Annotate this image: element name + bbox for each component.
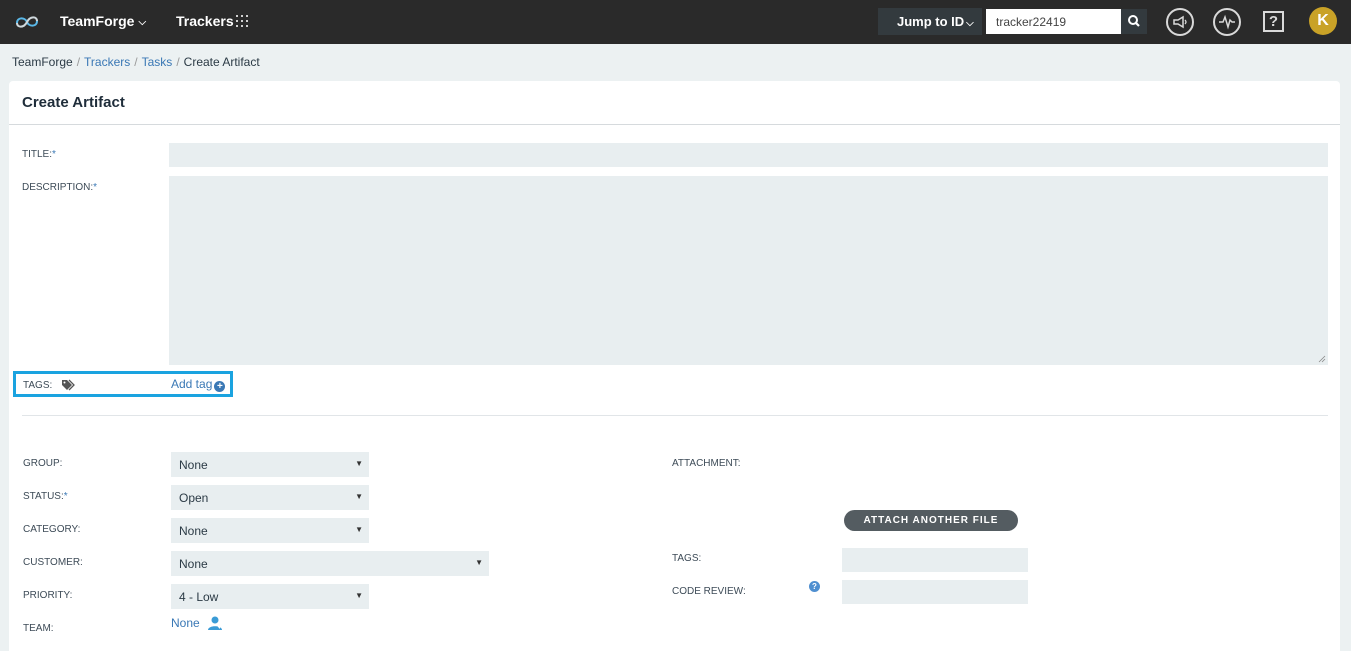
- description-textarea[interactable]: [169, 176, 1328, 365]
- page-title: Create Artifact: [22, 94, 125, 111]
- code-review-input[interactable]: [842, 580, 1028, 604]
- add-tag-label: Add tag: [171, 377, 213, 391]
- priority-select[interactable]: 4 - Low ▼: [171, 584, 369, 609]
- category-select[interactable]: None ▼: [171, 518, 369, 543]
- team-label: TEAM:: [23, 623, 54, 634]
- plus-circle-icon: +: [214, 381, 226, 392]
- right-tags-input[interactable]: [842, 548, 1028, 572]
- jump-to-id-dropdown[interactable]: Jump to ID ⌵: [878, 8, 982, 35]
- top-navigation-bar: TeamForge⌵ Trackers Jump to ID⌵ ? K: [0, 0, 1351, 44]
- group-value: None: [179, 458, 208, 472]
- attachment-label: ATTACHMENT:: [672, 458, 741, 469]
- add-tag-link[interactable]: Add tag +: [171, 377, 226, 392]
- breadcrumb-separator: /: [176, 55, 180, 69]
- search-icon: [1128, 15, 1140, 27]
- customer-label: CUSTOMER:: [23, 557, 83, 568]
- description-label: DESCRIPTION:*: [22, 182, 98, 193]
- status-value: Open: [179, 491, 209, 505]
- status-label: STATUS:*: [23, 491, 68, 502]
- chevron-down-icon: ⌵: [966, 18, 974, 29]
- group-label: GROUP:: [23, 458, 63, 469]
- search-button[interactable]: [1121, 9, 1147, 34]
- team-none-link[interactable]: None: [171, 616, 200, 630]
- dropdown-arrow-icon: ▼: [355, 591, 363, 600]
- breadcrumb: TeamForge / Trackers / Tasks / Create Artifact: [12, 55, 260, 69]
- jump-to-id-label: Jump to ID: [897, 14, 965, 29]
- breadcrumb-separator: /: [134, 55, 138, 69]
- dropdown-arrow-icon: ▼: [355, 459, 363, 468]
- user-picker-icon[interactable]: [206, 615, 224, 631]
- user-avatar[interactable]: K: [1309, 7, 1337, 35]
- section-divider: [22, 415, 1328, 416]
- title-label: TITLE:*: [22, 149, 56, 160]
- announcements-button[interactable]: [1166, 8, 1194, 36]
- breadcrumb-tasks-link[interactable]: Tasks: [142, 55, 173, 69]
- dropdown-arrow-icon: ▼: [355, 525, 363, 534]
- customer-value: None: [179, 557, 208, 571]
- resize-handle-icon[interactable]: [1318, 355, 1326, 363]
- attach-another-file-button[interactable]: ATTACH ANOTHER FILE: [844, 510, 1018, 531]
- group-select[interactable]: None ▼: [171, 452, 369, 477]
- tag-icon: [62, 379, 75, 391]
- info-icon[interactable]: ?: [809, 581, 820, 592]
- title-divider: [9, 124, 1340, 125]
- brand-label: TeamForge: [60, 13, 135, 29]
- teamforge-menu[interactable]: TeamForge ⌵: [60, 13, 146, 29]
- customer-select[interactable]: None ▼: [171, 551, 489, 576]
- help-icon[interactable]: ?: [1263, 11, 1284, 32]
- megaphone-icon: [1173, 15, 1187, 29]
- category-value: None: [179, 524, 208, 538]
- breadcrumb-trackers-link[interactable]: Trackers: [84, 55, 130, 69]
- jump-id-input[interactable]: [986, 9, 1121, 34]
- code-review-label: CODE REVIEW:: [672, 586, 746, 597]
- dropdown-arrow-icon: ▼: [475, 558, 483, 567]
- tags-label: TAGS:: [23, 380, 53, 391]
- tags-row-highlight: TAGS: Add tag +: [13, 371, 233, 397]
- priority-value: 4 - Low: [179, 590, 219, 604]
- breadcrumb-separator: /: [76, 55, 81, 69]
- chevron-down-icon: ⌵: [138, 17, 147, 28]
- status-select[interactable]: Open ▼: [171, 485, 369, 510]
- right-tags-label: TAGS:: [672, 553, 702, 564]
- category-label: CATEGORY:: [23, 524, 81, 535]
- create-artifact-card: Create Artifact TITLE:* DESCRIPTION:* TA…: [9, 81, 1340, 651]
- teamforge-logo-icon[interactable]: [14, 11, 40, 33]
- title-input[interactable]: [169, 143, 1328, 167]
- breadcrumb-current: Create Artifact: [183, 55, 260, 69]
- trackers-nav-link[interactable]: Trackers: [176, 13, 234, 29]
- apps-grid-icon[interactable]: [236, 15, 248, 27]
- breadcrumb-root: TeamForge: [12, 55, 73, 69]
- activity-button[interactable]: [1213, 8, 1241, 36]
- pulse-icon: [1219, 14, 1235, 30]
- dropdown-arrow-icon: ▼: [355, 492, 363, 501]
- priority-label: PRIORITY:: [23, 590, 73, 601]
